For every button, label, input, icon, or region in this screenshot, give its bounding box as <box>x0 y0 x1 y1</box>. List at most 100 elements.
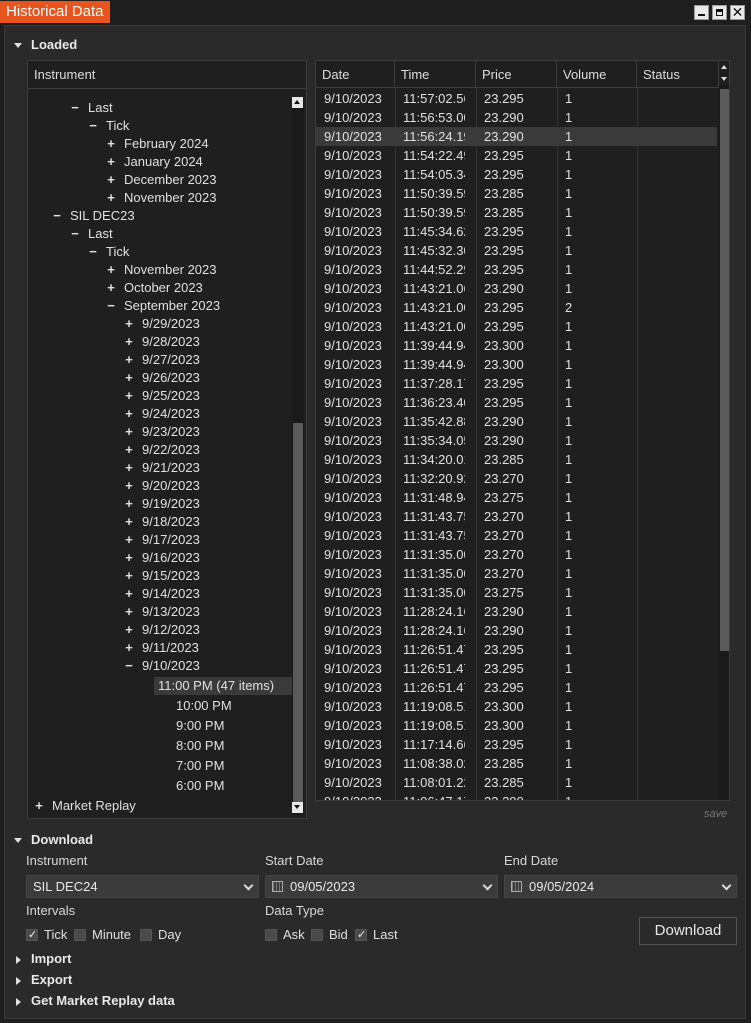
tree-node[interactable]: − Tick <box>88 117 129 135</box>
tree-node[interactable]: − Last <box>70 225 112 243</box>
table-row[interactable]: 9/10/2023 11:35:42.884 23.290 1 <box>316 412 717 431</box>
expand-icon[interactable]: + <box>124 477 134 495</box>
tree-node[interactable]: +9/19/2023 <box>124 495 200 513</box>
scroll-down-icon[interactable] <box>292 802 303 813</box>
tree-node[interactable]: +9/14/2023 <box>124 585 200 603</box>
checkbox-icon[interactable] <box>355 927 367 943</box>
table-row[interactable]: 9/10/2023 11:26:51.472 23.295 1 <box>316 640 717 659</box>
collapse-icon[interactable]: − <box>124 657 134 675</box>
tree-node[interactable]: +9/29/2023 <box>124 315 200 333</box>
tree-node[interactable]: + November 2023 <box>106 261 216 279</box>
save-link[interactable]: save <box>704 808 727 820</box>
tree-node[interactable]: +9/21/2023 <box>124 459 200 477</box>
start-date-picker[interactable]: 09/05/2023 <box>265 875 498 898</box>
tree-node[interactable]: +9/23/2023 <box>124 423 200 441</box>
export-section-header[interactable]: Export <box>14 972 72 988</box>
column-header-volume[interactable]: Volume <box>557 61 637 88</box>
tree-node[interactable]: −9/10/2023 <box>124 657 200 675</box>
table-row[interactable]: 9/10/2023 11:56:24.192 23.290 1 <box>316 127 717 146</box>
expand-icon[interactable]: + <box>124 639 134 657</box>
data-grid[interactable]: Date Time Price Volume Status 9/10/2023 11:57… <box>315 60 730 801</box>
download-button[interactable]: Download <box>639 917 737 945</box>
column-header-status[interactable]: Status <box>637 61 719 88</box>
checkbox-icon[interactable] <box>74 929 86 941</box>
expand-icon[interactable]: + <box>106 135 116 153</box>
table-row[interactable]: 9/10/2023 11:28:24.160 23.290 1 <box>316 621 717 640</box>
instrument-select[interactable]: SIL DEC24 <box>26 875 259 898</box>
table-row[interactable]: 9/10/2023 11:50:39.592 23.285 1 <box>316 184 717 203</box>
table-row[interactable]: 9/10/2023 11:31:43.752 23.270 1 <box>316 526 717 545</box>
collapse-icon[interactable]: − <box>88 243 98 261</box>
table-row[interactable]: 9/10/2023 11:19:08.516 23.300 1 <box>316 716 717 735</box>
tree-hour-item[interactable]: 10:00 PM <box>176 697 232 715</box>
table-row[interactable]: 9/10/2023 11:34:20.012 23.285 1 <box>316 450 717 469</box>
tree-node[interactable]: − SIL DEC23 <box>52 207 134 225</box>
tree-node[interactable]: + October 2023 <box>106 279 203 297</box>
table-row[interactable]: 9/10/2023 11:31:35.008 23.275 1 <box>316 583 717 602</box>
tree-hour-item[interactable]: 9:00 PM <box>176 717 224 735</box>
column-header-date[interactable]: Date <box>316 61 395 88</box>
table-row[interactable]: 9/10/2023 11:43:21.000 23.295 1 <box>316 317 717 336</box>
datatype-checkbox-ask[interactable]: Ask <box>265 927 305 943</box>
table-row[interactable]: 9/10/2023 11:43:21.060 23.290 1 <box>316 279 717 298</box>
tree-node[interactable]: +9/27/2023 <box>124 351 200 369</box>
column-header-price[interactable]: Price <box>476 61 557 88</box>
expand-icon[interactable]: + <box>124 423 134 441</box>
collapse-icon[interactable]: − <box>88 117 98 135</box>
grid-scrollbar[interactable] <box>719 61 729 800</box>
table-row[interactable]: 9/10/2023 11:32:20.924 23.270 1 <box>316 469 717 488</box>
expand-icon[interactable]: + <box>124 459 134 477</box>
table-row[interactable]: 9/10/2023 11:35:34.052 23.290 1 <box>316 431 717 450</box>
table-row[interactable]: 9/10/2023 11:44:52.292 23.295 1 <box>316 260 717 279</box>
collapse-icon[interactable]: − <box>70 225 80 243</box>
download-section-header[interactable]: Download <box>14 832 93 848</box>
expand-icon[interactable]: + <box>124 567 134 585</box>
tree-node[interactable]: +9/20/2023 <box>124 477 200 495</box>
table-row[interactable]: 9/10/2023 11:31:43.752 23.270 1 <box>316 507 717 526</box>
expand-icon[interactable]: + <box>124 351 134 369</box>
interval-checkbox-day[interactable]: Day <box>140 927 181 943</box>
instrument-tree[interactable]: Instrument − Last − Tick + February 2024 + Janu… <box>27 60 307 819</box>
expand-icon[interactable]: + <box>34 797 44 815</box>
expand-icon[interactable]: + <box>124 315 134 333</box>
grid-scroll-up-icon[interactable] <box>719 62 729 73</box>
end-date-picker[interactable]: 09/05/2024 <box>504 875 737 898</box>
tree-node[interactable]: + January 2024 <box>106 153 203 171</box>
grid-scroll-down-icon[interactable] <box>719 74 729 85</box>
table-row[interactable]: 9/10/2023 11:56:53.008 23.290 1 <box>316 108 717 127</box>
expand-icon[interactable]: + <box>106 279 116 297</box>
tree-node[interactable]: +9/11/2023 <box>124 639 199 657</box>
table-row[interactable]: 9/10/2023 11:06:47.172 23.280 1 <box>316 792 717 800</box>
collapse-icon[interactable]: − <box>70 99 80 117</box>
tree-node[interactable]: +9/16/2023 <box>124 549 200 567</box>
tree-node[interactable]: +9/18/2023 <box>124 513 200 531</box>
minimize-button[interactable] <box>694 5 709 20</box>
tree-scroll-thumb[interactable] <box>293 423 303 803</box>
expand-icon[interactable]: + <box>124 369 134 387</box>
expand-icon[interactable]: + <box>124 441 134 459</box>
tree-node[interactable]: +9/25/2023 <box>124 387 200 405</box>
expand-icon[interactable]: + <box>124 585 134 603</box>
table-row[interactable]: 9/10/2023 11:08:38.020 23.285 1 <box>316 754 717 773</box>
tree-node[interactable]: + November 2023 <box>106 189 216 207</box>
expand-icon[interactable]: + <box>106 261 116 279</box>
table-row[interactable]: 9/10/2023 11:45:34.624 23.295 1 <box>316 222 717 241</box>
checkbox-icon[interactable] <box>140 929 152 941</box>
grid-scroll-thumb[interactable] <box>720 89 729 651</box>
table-row[interactable]: 9/10/2023 11:31:48.940 23.275 1 <box>316 488 717 507</box>
expand-icon[interactable]: + <box>124 387 134 405</box>
table-row[interactable]: 9/10/2023 11:17:14.660 23.295 1 <box>316 735 717 754</box>
scroll-up-icon[interactable] <box>292 97 303 108</box>
table-row[interactable]: 9/10/2023 11:28:24.160 23.290 1 <box>316 602 717 621</box>
collapse-icon[interactable]: − <box>106 297 116 315</box>
tree-node[interactable]: +9/15/2023 <box>124 567 200 585</box>
expand-icon[interactable]: + <box>124 333 134 351</box>
tree-node[interactable]: +9/13/2023 <box>124 603 200 621</box>
table-row[interactable]: 9/10/2023 11:37:28.172 23.295 1 <box>316 374 717 393</box>
tree-node[interactable]: +9/17/2023 <box>124 531 200 549</box>
loaded-section-header[interactable]: Loaded <box>14 37 77 53</box>
tree-node-market-replay[interactable]: + Market Replay <box>34 797 136 815</box>
tree-hour-item[interactable]: 7:00 PM <box>176 757 224 775</box>
table-row[interactable]: 9/10/2023 11:45:32.304 23.295 1 <box>316 241 717 260</box>
expand-icon[interactable]: + <box>106 153 116 171</box>
